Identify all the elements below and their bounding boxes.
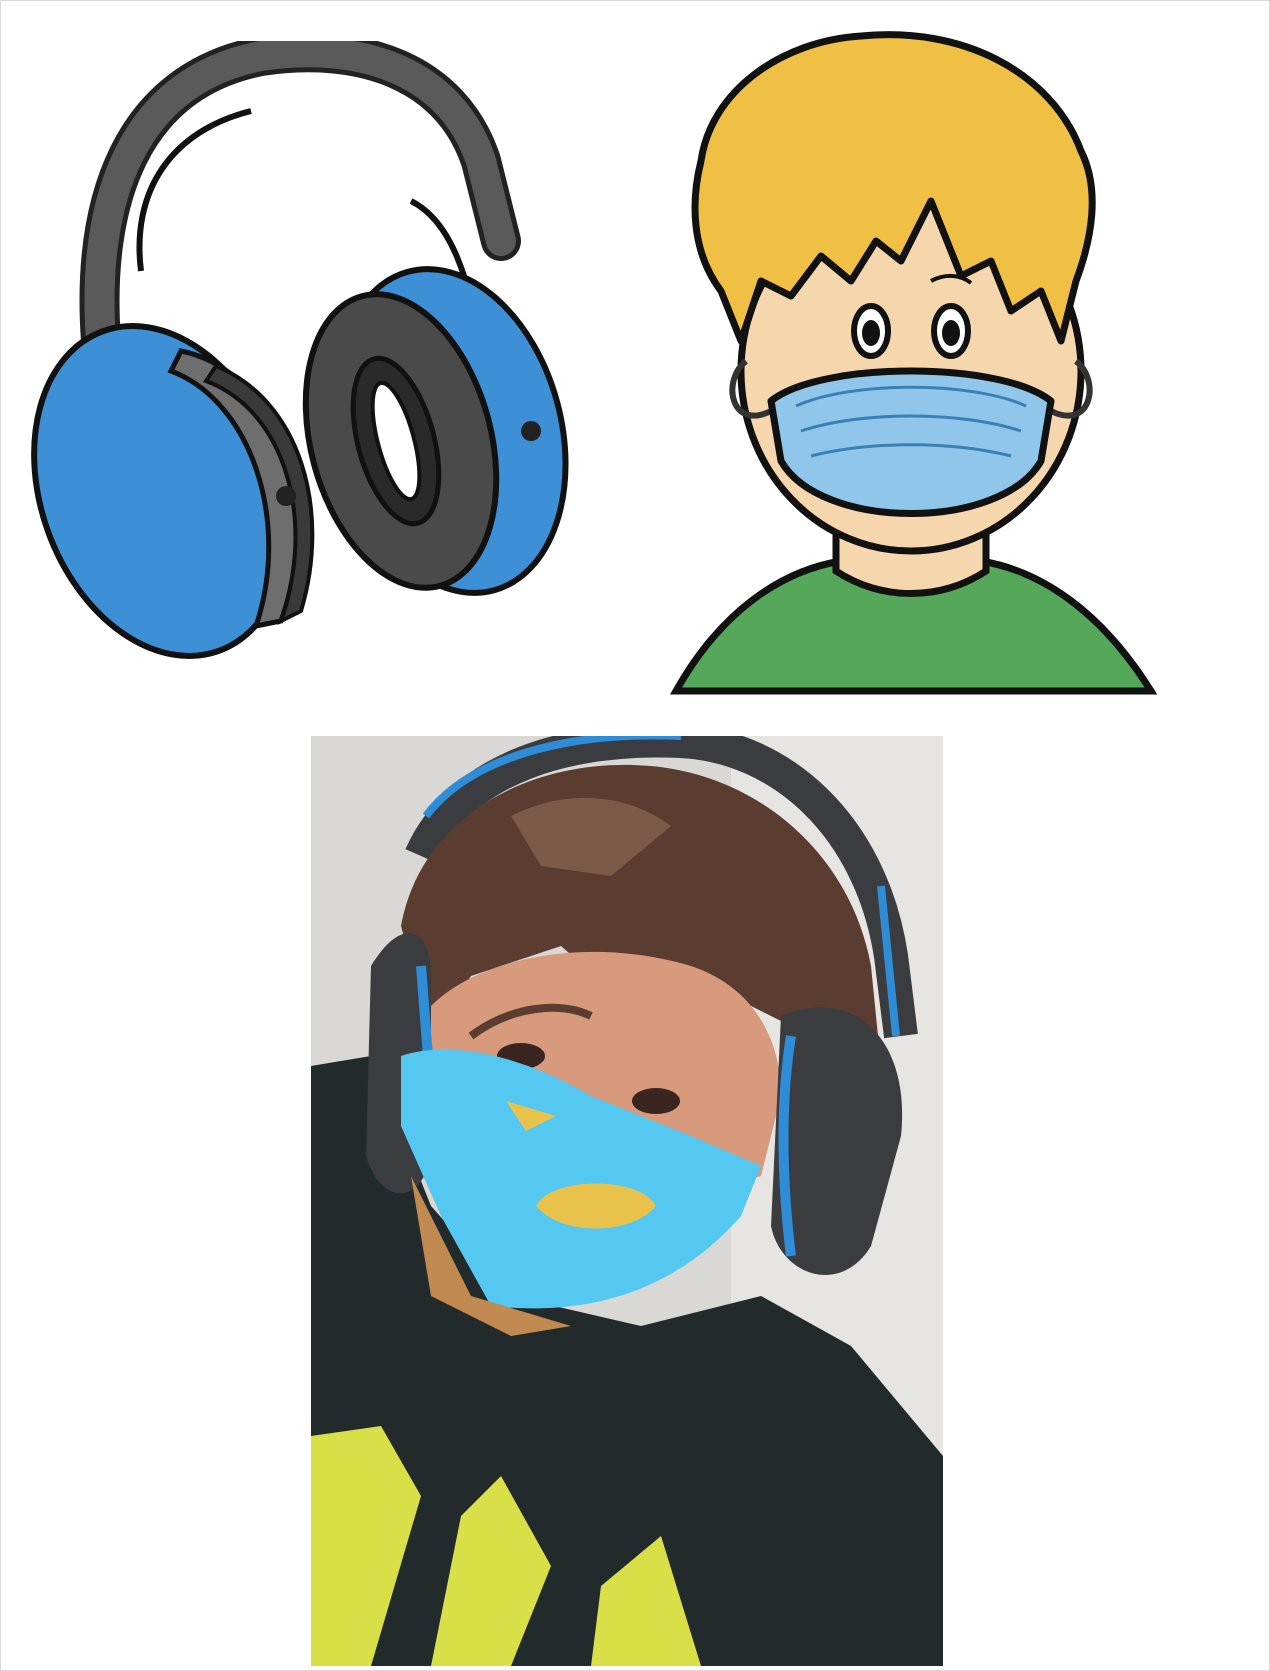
headphones-illustration bbox=[31, 41, 591, 691]
page-frame bbox=[0, 0, 1270, 1671]
photo-image bbox=[311, 736, 943, 1666]
boy-with-mask-illustration bbox=[661, 11, 1161, 701]
child-photo bbox=[311, 736, 943, 1666]
face-mask-icon bbox=[670, 31, 1158, 695]
ear-defenders-icon bbox=[31, 41, 569, 659]
